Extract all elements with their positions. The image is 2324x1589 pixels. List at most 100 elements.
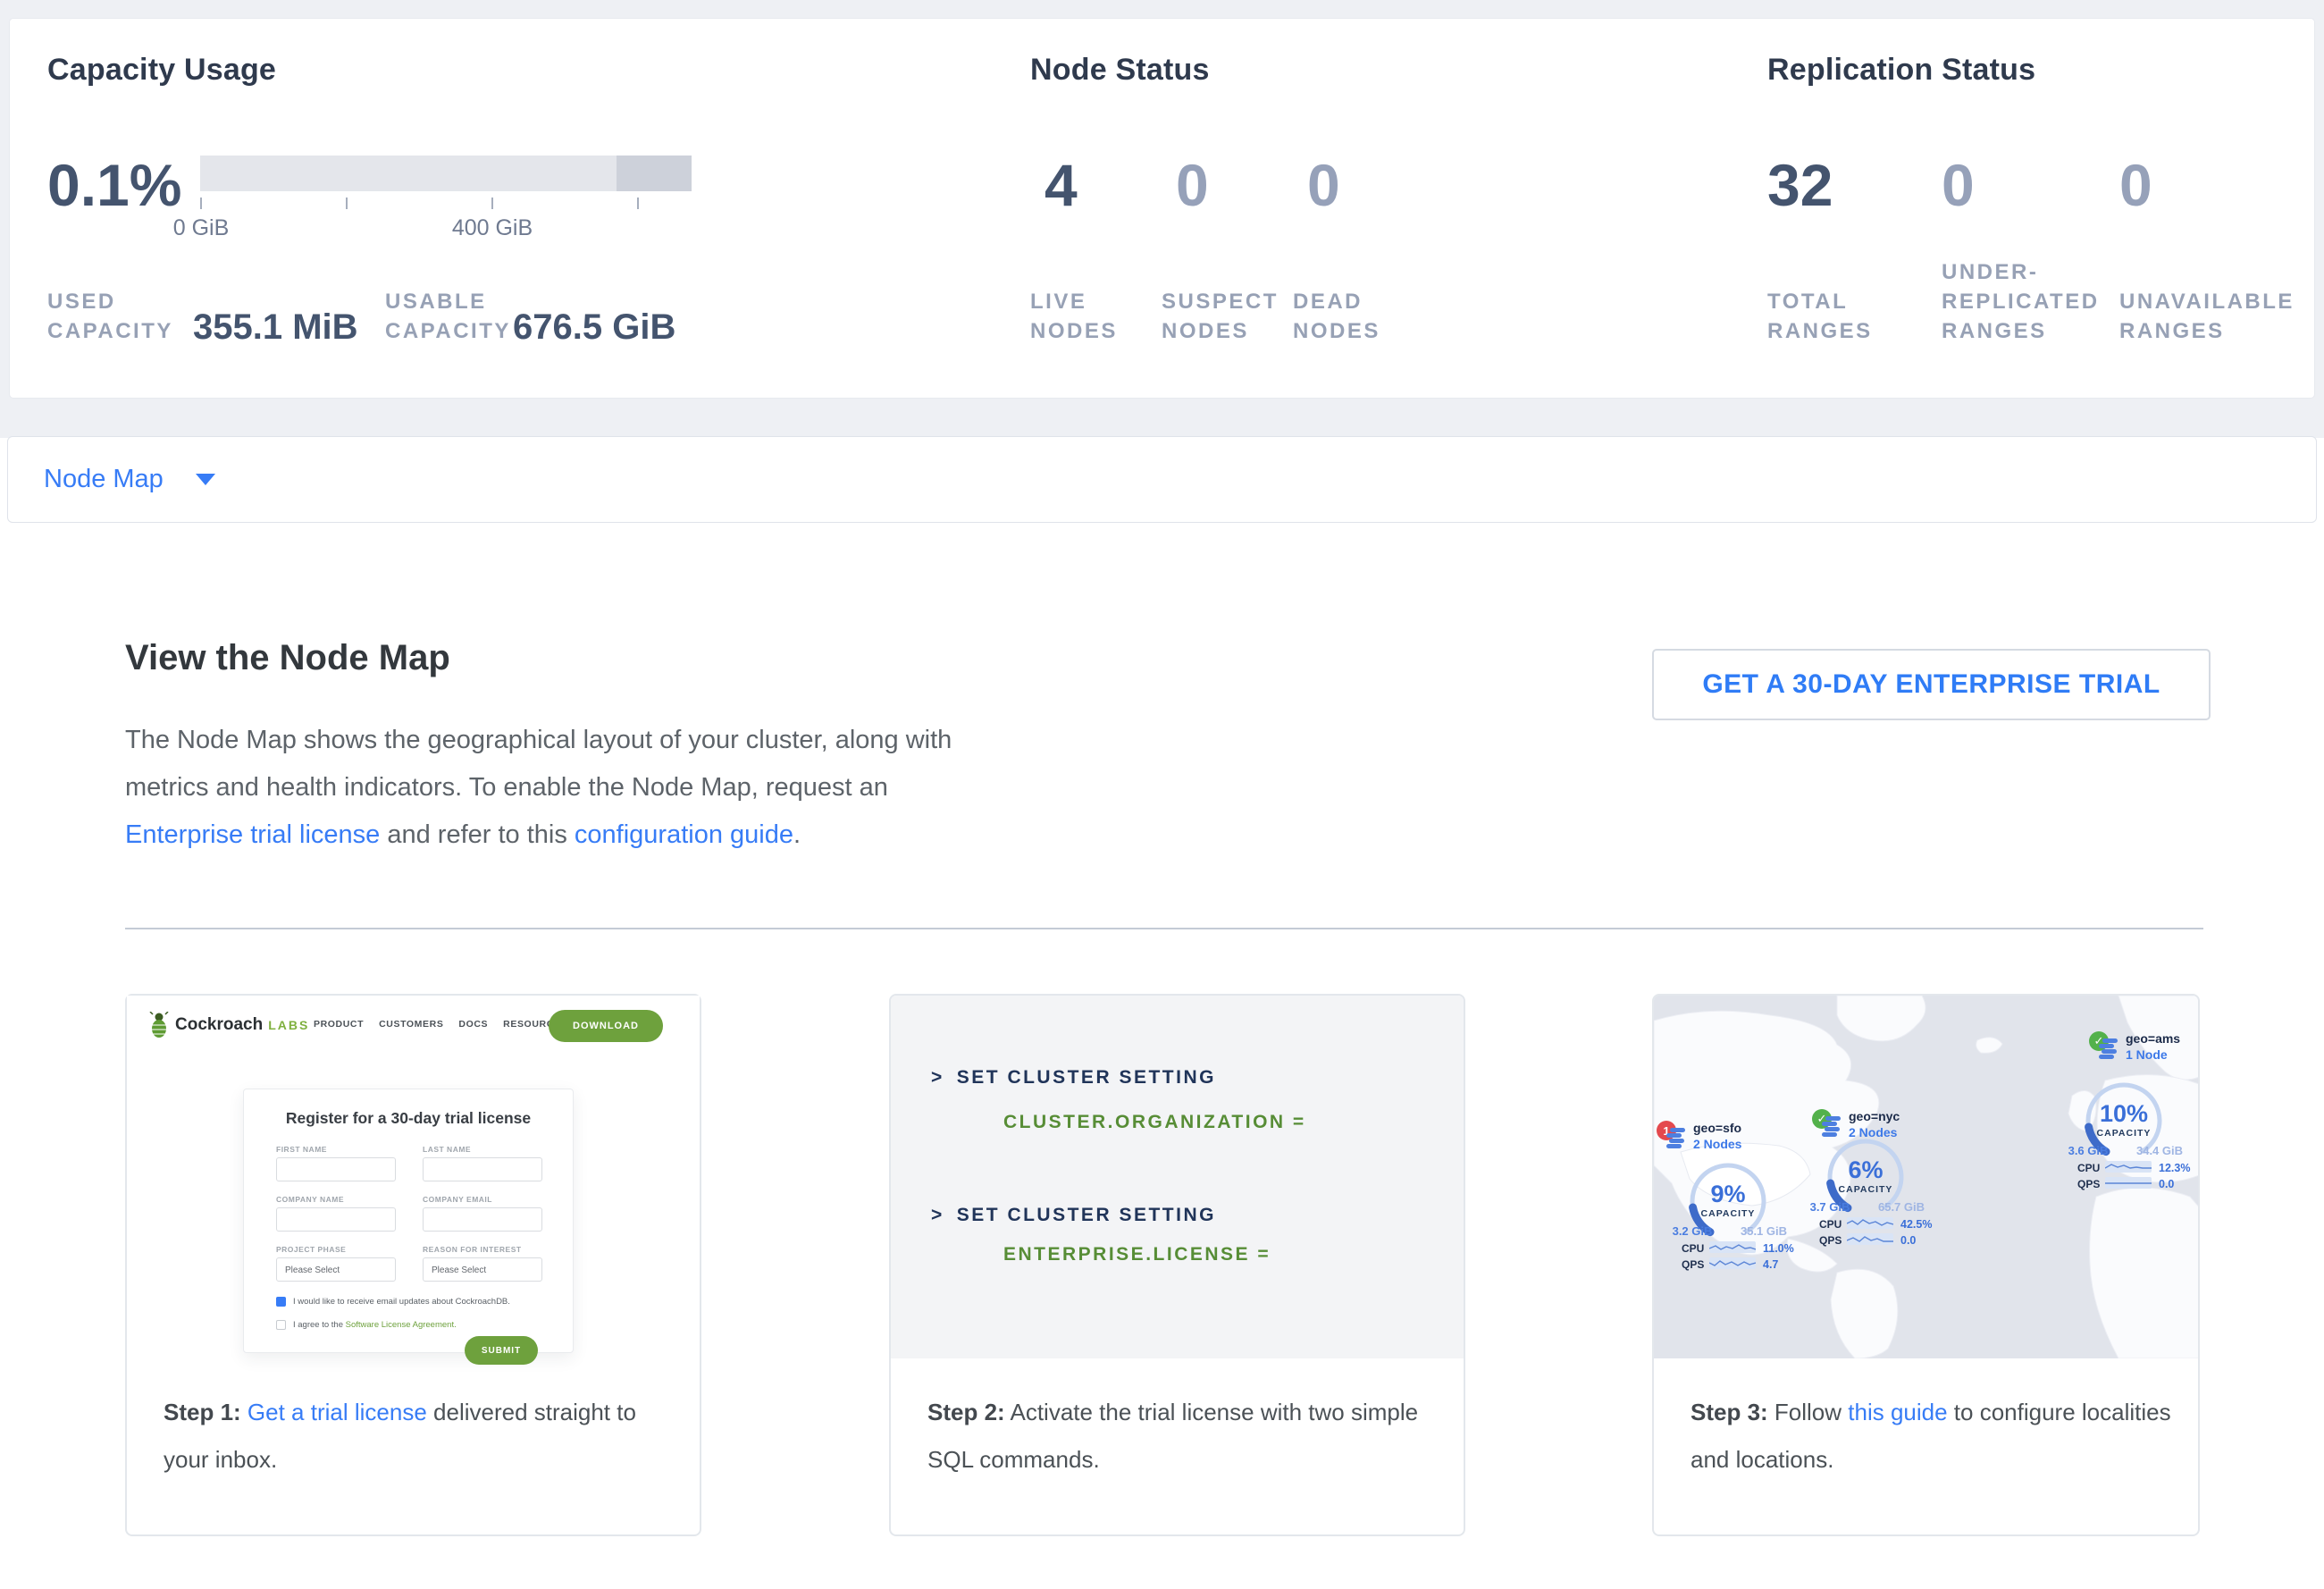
capacity-total: 65.7 GiB [1870,1200,1933,1214]
qps-label: QPS [2077,1178,2100,1190]
configuration-guide-link[interactable]: configuration guide [575,820,793,849]
form-title: Register for a 30-day trial license [244,1109,573,1128]
this-guide-link[interactable]: this guide [1848,1399,1947,1425]
first-name-label: FIRST NAME [276,1145,327,1154]
axis-tick-label-400: 400 GiB [442,215,542,241]
locality-name: geo=ams [2126,1031,2180,1046]
step-1-caption: Step 1: Get a trial license delivered st… [164,1389,664,1484]
used-capacity-label: USED CAPACITY [47,287,190,346]
step-3-prefix: Step 3: [1691,1399,1768,1425]
view-selector-bar: Node Map [7,436,2317,523]
step-2-prefix: Step 2: [927,1399,1005,1425]
company-name-input [276,1207,396,1232]
capacity-usage-bar [200,156,692,191]
node-map-dropdown[interactable]: Node Map [44,465,164,494]
reason-label: REASON FOR INTEREST [423,1245,522,1254]
sql-setting-cluster-organization: CLUSTER.ORGANIZATION = [1003,1112,1306,1132]
capacity-total: 35.1 GiB [1733,1224,1795,1238]
software-license-agreement-link: Software License Agreement. [346,1320,457,1330]
locality-node-count: 2 Nodes [1693,1137,1741,1151]
enterprise-trial-license-link[interactable]: Enterprise trial license [125,820,380,849]
axis-tick [346,198,348,209]
suspect-nodes-value: 0 [1176,151,1209,219]
step-3-caption: Step 3: Follow this guide to configure l… [1691,1389,2191,1484]
suspect-nodes-label: SUSPECT NODES [1162,287,1279,346]
total-ranges-label: TOTAL RANGES [1767,287,1919,346]
first-name-input [276,1157,396,1181]
capacity-percent: 6% [1830,1156,1901,1184]
sql-command: SET CLUSTER SETTING [957,1067,1216,1088]
license-agree-text: I agree to the Software License Agreemen… [293,1320,457,1330]
step-1-prefix: Step 1: [164,1399,241,1425]
reason-select: Please Select [423,1257,542,1282]
submit-button: SUBMIT [465,1336,538,1365]
dead-nodes-value: 0 [1307,151,1340,219]
project-phase-label: PROJECT PHASE [276,1245,346,1254]
cpu-value: 12.3% [2159,1162,2190,1174]
axis-tick-label-0: 0 GiB [156,215,246,241]
capacity-usage-percent: 0.1% [47,151,181,219]
locality-name: geo=sfo [1693,1121,1741,1135]
caption-text [241,1399,248,1425]
nav-item-docs: DOCS [458,1019,488,1030]
trial-site-header: Cockroach LABS PRODUCT CUSTOMERS DOCS RE… [127,996,700,1055]
sql-prompt: > [931,1205,944,1225]
node-status-title: Node Status [1030,53,1210,88]
description-text: and refer to this [380,820,575,849]
unavailable-ranges-label: UNAVAILABLE RANGES [2119,287,2307,346]
trial-site-brand: Cockroach [175,1015,263,1035]
last-name-label: LAST NAME [423,1145,471,1154]
enterprise-trial-button[interactable]: GET A 30-DAY ENTERPRISE TRIAL [1652,649,2211,720]
last-name-input [423,1157,542,1181]
capacity-used: 3.6 GiB [2057,1144,2119,1157]
cpu-value: 42.5% [1900,1218,1932,1231]
qps-sparkline [1847,1233,1893,1245]
live-nodes-label: LIVE NODES [1030,287,1148,346]
locality-node-count: 1 Node [2126,1047,2168,1062]
capacity-usage-bar-unusable-segment [617,156,692,191]
used-capacity-value: 355.1 MiB [193,307,358,348]
capacity-label: CAPACITY [1683,1208,1773,1219]
step-1-card: Cockroach LABS PRODUCT CUSTOMERS DOCS RE… [125,994,701,1536]
project-phase-select: Please Select [276,1257,396,1282]
chevron-down-icon[interactable] [196,474,215,485]
capacity-percent: 10% [2088,1100,2160,1128]
cpu-sparkline [1709,1241,1756,1253]
step-3-card: 1 geo=sfo 2 Nodes 9% CAPACITY 3.2 GiB 35… [1652,994,2200,1536]
axis-tick [200,198,202,209]
qps-value: 4.7 [1763,1258,1778,1271]
sql-command: SET CLUSTER SETTING [957,1205,1216,1225]
caption-text: Follow [1768,1399,1849,1425]
qps-value: 0.0 [1900,1234,1916,1247]
nav-item-customers: CUSTOMERS [379,1019,443,1030]
live-nodes-value: 4 [1045,151,1078,219]
usable-capacity-label: USABLE CAPACITY [385,287,519,346]
sql-prompt: > [931,1067,944,1088]
get-trial-license-link[interactable]: Get a trial license [248,1399,427,1425]
trial-register-form: Register for a 30-day trial license FIRS… [243,1089,574,1353]
capacity-usage-title: Capacity Usage [47,53,276,88]
cpu-label: CPU [2077,1162,2100,1174]
license-agree-checkbox [276,1320,286,1330]
sql-snippet: > SET CLUSTER SETTING CLUSTER.ORGANIZATIO… [891,996,1464,1358]
step-2-caption: Step 2: Activate the trial license with … [927,1389,1428,1484]
locality-name: geo=nyc [1849,1109,1900,1123]
dead-nodes-label: DEAD NODES [1293,287,1411,346]
capacity-used: 3.2 GiB [1661,1224,1724,1238]
cluster-summary-bar: Capacity Usage 0.1% 0 GiB 400 GiB USED C… [9,18,2315,399]
email-updates-checkbox [276,1297,286,1307]
email-updates-text: I would like to receive email updates ab… [293,1297,510,1307]
company-email-label: COMPANY EMAIL [423,1195,492,1204]
step-2-card: > SET CLUSTER SETTING CLUSTER.ORGANIZATIO… [889,994,1465,1536]
qps-value: 0.0 [2159,1178,2174,1190]
database-icon [1666,1128,1690,1149]
replication-status-title: Replication Status [1767,53,2035,88]
page-title: View the Node Map [125,638,450,678]
axis-tick [637,198,639,209]
capacity-total: 34.4 GiB [2128,1144,2191,1157]
cpu-sparkline [2105,1161,2152,1173]
description-text: The Node Map shows the geographical layo… [125,726,952,802]
company-name-label: COMPANY NAME [276,1195,344,1204]
unavailable-ranges-value: 0 [2119,151,2152,219]
license-agree-prefix: I agree to the [293,1320,346,1330]
